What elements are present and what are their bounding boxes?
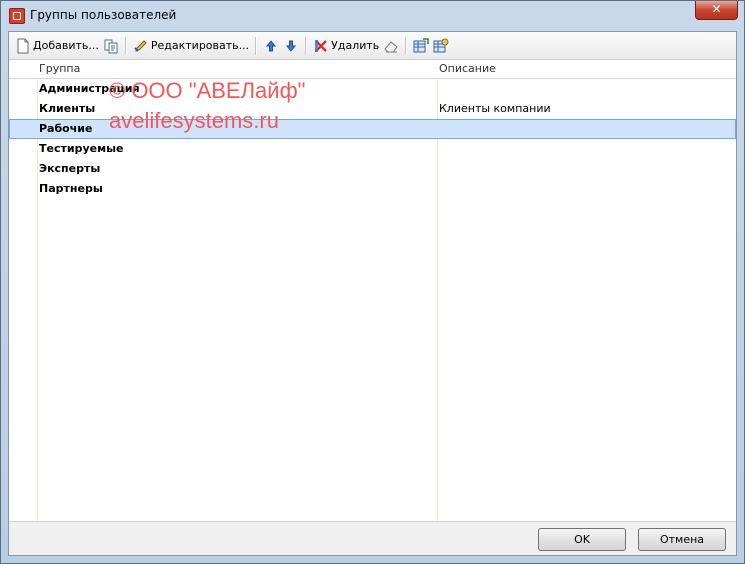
grid-header: Группа Описание [9,60,736,79]
move-up-button[interactable] [261,35,281,57]
group-name-cell: Тестируемые [39,142,124,155]
close-button[interactable]: ✕ [695,1,738,20]
table-row[interactable]: Партнеры [9,179,736,199]
group-name-cell: Эксперты [39,162,101,175]
group-name-cell: Рабочие [39,122,93,135]
column-header-description[interactable]: Описание [439,60,496,78]
clear-button[interactable] [381,35,401,57]
toolbar: Добавить... Редактировать... Удалить [9,32,736,60]
ok-button[interactable]: OK [538,528,626,551]
dialog-footer: OK Отмена [9,521,736,555]
title-bar[interactable]: Группы пользователей ✕ [1,1,744,31]
pencil-icon [133,38,149,54]
arrow-up-icon [263,38,279,54]
export-grid-icon [413,37,430,54]
import-button[interactable] [431,35,451,57]
table-row-selected[interactable]: Рабочие [9,119,736,139]
window-title: Группы пользователей [30,8,177,22]
arrow-down-icon [283,38,299,54]
group-description-cell: Клиенты компании [439,102,551,115]
groups-grid[interactable]: Группа Описание Администрация Клиенты Кл… [9,60,736,521]
add-button[interactable]: Добавить... [13,35,101,57]
table-row[interactable]: Эксперты [9,159,736,179]
copy-button[interactable] [101,35,121,57]
column-header-group[interactable]: Группа [39,60,80,78]
edit-button-label: Редактировать... [150,39,250,52]
add-button-label: Добавить... [33,39,99,52]
table-row[interactable]: Клиенты Клиенты компании [9,99,736,119]
group-name-cell: Партнеры [39,182,103,195]
group-name-cell: Клиенты [39,102,96,115]
toolbar-separator [255,36,258,55]
toolbar-separator [305,36,308,55]
toolbar-separator [124,36,127,55]
toolbar-separator [405,36,408,55]
delete-button-label: Удалить [331,39,380,52]
new-document-icon [15,38,31,54]
export-button[interactable] [411,35,431,57]
edit-button[interactable]: Редактировать... [131,35,251,57]
import-grid-icon [433,38,449,54]
dialog-window: Группы пользователей ✕ Добавить... Редак… [0,0,745,564]
app-icon [9,8,25,24]
eraser-icon [383,38,399,54]
table-row[interactable]: Администрация [9,79,736,99]
dialog-client-area: Добавить... Редактировать... Удалить Гру… [8,31,737,556]
delete-button[interactable]: Удалить [311,35,381,57]
move-down-button[interactable] [281,35,301,57]
cancel-button[interactable]: Отмена [638,528,726,551]
copy-icon [103,38,119,54]
group-name-cell: Администрация [39,82,140,95]
table-row[interactable]: Тестируемые [9,139,736,159]
delete-icon [313,38,329,54]
